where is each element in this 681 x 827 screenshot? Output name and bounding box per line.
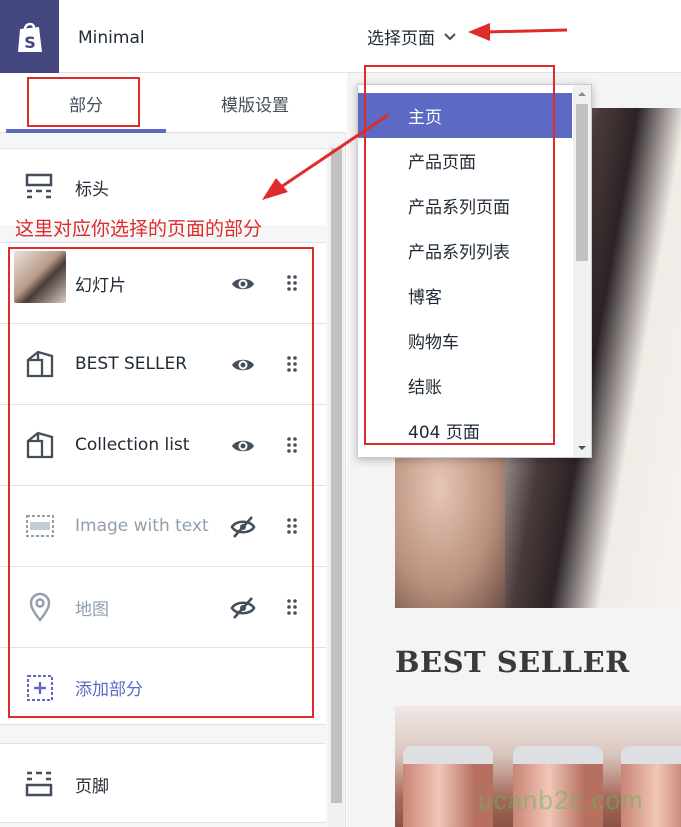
annotation-arrows xyxy=(262,23,568,200)
watermark: ucanb2c.com xyxy=(478,785,644,815)
